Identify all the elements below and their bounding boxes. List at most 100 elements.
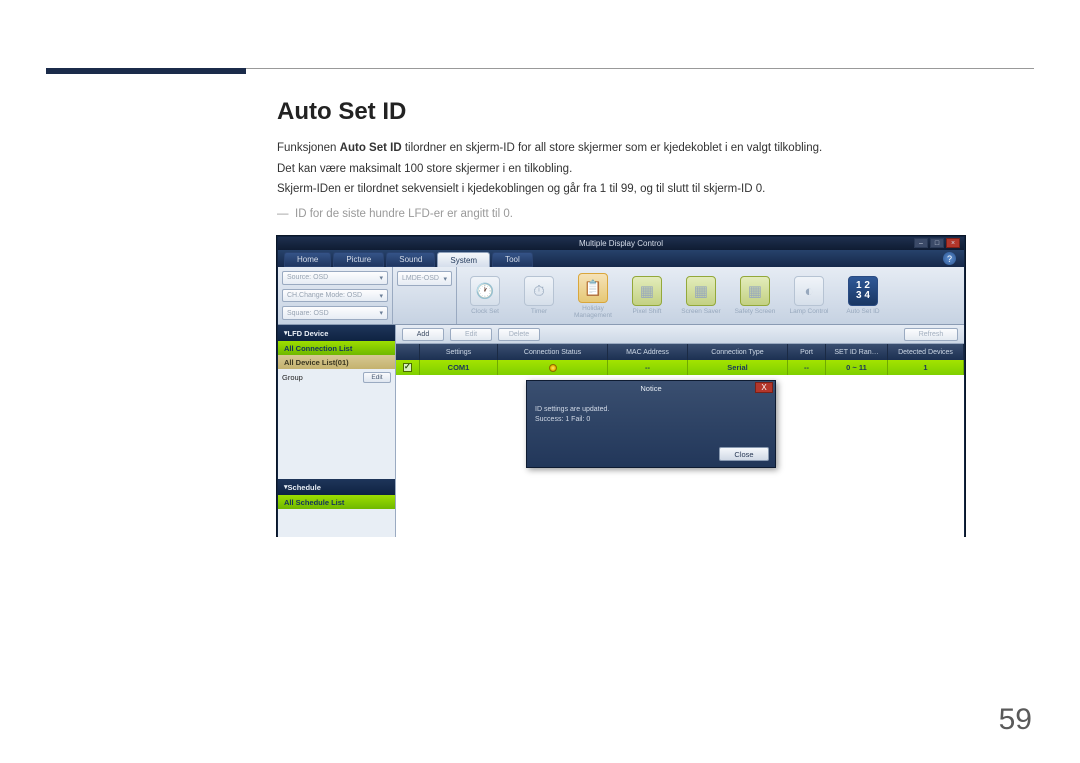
clock-icon: 🕐: [470, 276, 500, 306]
source-combo[interactable]: Source: OSD: [282, 271, 388, 285]
col-settings[interactable]: Settings: [420, 344, 498, 360]
lamp-control-button[interactable]: ◐ Lamp Control: [785, 271, 833, 321]
row-mac: --: [608, 360, 688, 375]
col-port[interactable]: Port: [788, 344, 826, 360]
minimize-button[interactable]: –: [914, 238, 928, 248]
grid-icon: 1 2 3 4: [848, 276, 878, 306]
auto-set-id-button[interactable]: 1 2 3 4 Auto Set ID: [839, 271, 887, 321]
lmde-combo[interactable]: LMDE-OSD: [397, 271, 452, 286]
clock-set-button[interactable]: 🕐Clock Set: [461, 271, 509, 321]
notice-dialog: Notice X ID settings are updated. Succes…: [526, 380, 776, 468]
sidebar-lfd-header[interactable]: LFD Device: [278, 325, 395, 341]
p1-feature-name: Auto Set ID: [340, 142, 402, 154]
page-corner-accent: [46, 68, 246, 74]
square-combo[interactable]: Square: OSD: [282, 306, 388, 320]
row-checkbox[interactable]: [396, 360, 420, 375]
timer-label: Timer: [531, 308, 547, 315]
dialog-line-1: ID settings are updated.: [535, 405, 767, 415]
safety-label: Safety Screen: [735, 308, 776, 315]
edit-button[interactable]: Edit: [450, 328, 492, 341]
sidebar-bottom-pad: [278, 509, 395, 537]
delete-button[interactable]: Delete: [498, 328, 540, 341]
workarea: LFD Device All Connection List All Devic…: [278, 325, 964, 537]
auto-label: Auto Set ID: [846, 308, 879, 315]
paragraph-1: Funksjonen Auto Set ID tilordner en skje…: [277, 140, 965, 157]
window-close-button[interactable]: ×: [946, 238, 960, 248]
tab-system[interactable]: System: [437, 252, 490, 267]
window-buttons: – □ ×: [914, 238, 960, 248]
sidebar: LFD Device All Connection List All Devic…: [278, 325, 396, 537]
refresh-button[interactable]: Refresh: [904, 328, 958, 341]
tab-home[interactable]: Home: [284, 252, 331, 267]
mdc-app-window: Multiple Display Control – □ × Home Pict…: [277, 236, 965, 536]
timer-icon: ⏱: [524, 276, 554, 306]
row-range: 0 ~ 11: [826, 360, 888, 375]
holiday-button[interactable]: 📋 Holiday Management: [569, 271, 617, 321]
dialog-body: ID settings are updated. Success: 1 Fail…: [527, 395, 775, 443]
tab-picture[interactable]: Picture: [333, 252, 384, 267]
col-mac[interactable]: MAC Address: [608, 344, 688, 360]
ribbon-icons: 🕐Clock Set ⏱ Timer 📋 Holiday Management ▦ P…: [457, 267, 964, 324]
menu-tabs: Home Picture Sound System Tool ?: [278, 250, 964, 267]
window-title: Multiple Display Control: [579, 239, 663, 248]
paragraph-3: Skjerm-IDen er tilordnet sekvensielt i k…: [277, 181, 965, 198]
holiday-label: Holiday Management: [569, 305, 617, 319]
pixel-shift-button[interactable]: ▦ Pixel Shift: [623, 271, 671, 321]
calendar-icon: 📋: [578, 273, 608, 303]
row-port: --: [788, 360, 826, 375]
col-checkbox[interactable]: [396, 344, 420, 360]
col-connection-status[interactable]: Connection Status: [498, 344, 608, 360]
paragraph-2: Det kan være maksimalt 100 store skjerme…: [277, 161, 965, 178]
grid-header: Settings Connection Status MAC Address C…: [396, 344, 964, 360]
sidebar-spacer: [278, 385, 395, 479]
safety-icon: ▦: [740, 276, 770, 306]
pixel-icon: ▦: [632, 276, 662, 306]
help-icon[interactable]: ?: [943, 252, 956, 265]
dialog-title: Notice: [640, 384, 661, 393]
col-setid-range[interactable]: SET ID Ran…: [826, 344, 888, 360]
p1-c: tilordner en skjerm-ID for all store skj…: [402, 142, 823, 154]
sidebar-all-schedule[interactable]: All Schedule List: [278, 495, 395, 509]
p1-a: Funksjonen: [277, 142, 340, 154]
sidebar-schedule-header[interactable]: Schedule: [278, 479, 395, 495]
ribbon: Source: OSD CH.Change Mode: OSD Square: …: [278, 267, 964, 325]
row-detected: 1: [888, 360, 964, 375]
safety-screen-button[interactable]: ▦ Safety Screen: [731, 271, 779, 321]
tab-tool[interactable]: Tool: [492, 252, 533, 267]
tab-sound[interactable]: Sound: [386, 252, 435, 267]
dialog-footer: Close: [527, 443, 775, 467]
dialog-close-button[interactable]: Close: [719, 447, 769, 461]
page-number: 59: [999, 703, 1032, 737]
dialog-titlebar[interactable]: Notice X: [527, 381, 775, 395]
grid-body: Notice X ID settings are updated. Succes…: [396, 375, 964, 537]
page-content: Auto Set ID Funksjonen Auto Set ID tilor…: [277, 98, 965, 536]
screen-saver-button[interactable]: ▦Screen Saver: [677, 271, 725, 321]
sidebar-all-connection[interactable]: All Connection List: [278, 341, 395, 355]
grid-row-1[interactable]: COM1 -- Serial -- 0 ~ 11 1: [396, 360, 964, 375]
group-edit-button[interactable]: Edit: [363, 372, 391, 383]
dialog-close-icon[interactable]: X: [755, 382, 773, 393]
ch-change-combo[interactable]: CH.Change Mode: OSD: [282, 289, 388, 303]
ribbon-left-panel: Source: OSD CH.Change Mode: OSD Square: …: [278, 267, 393, 324]
row-settings: COM1: [420, 360, 498, 375]
dialog-line-2: Success: 1 Fail: 0: [535, 415, 767, 425]
pixel-label: Pixel Shift: [633, 308, 662, 315]
ribbon-mid-panel: LMDE-OSD: [393, 267, 457, 324]
checkbox-icon: [403, 363, 412, 372]
toolbar: Add Edit Delete Refresh: [396, 325, 964, 344]
page-heading: Auto Set ID: [277, 98, 965, 126]
status-led-icon: [549, 364, 557, 372]
col-detected[interactable]: Detected Devices: [888, 344, 964, 360]
group-label: Group: [282, 373, 303, 382]
footnote: ID for de siste hundre LFD-er er angitt …: [277, 208, 965, 220]
add-button[interactable]: Add: [402, 328, 444, 341]
row-status: [498, 360, 608, 375]
sidebar-all-device[interactable]: All Device List(01): [278, 355, 395, 369]
timer-button[interactable]: ⏱ Timer: [515, 271, 563, 321]
maximize-button[interactable]: □: [930, 238, 944, 248]
window-titlebar[interactable]: Multiple Display Control – □ ×: [278, 237, 964, 250]
lamp-icon: ◐: [794, 276, 824, 306]
col-connection-type[interactable]: Connection Type: [688, 344, 788, 360]
lamp-label: Lamp Control: [789, 308, 828, 315]
sidebar-group-row[interactable]: Group Edit: [278, 369, 395, 385]
